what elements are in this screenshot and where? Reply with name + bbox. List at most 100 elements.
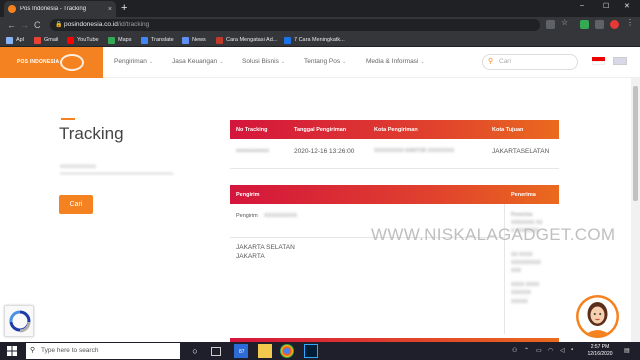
chevron-down-icon: ⌄ [148,59,154,65]
bookmark-youtube[interactable]: YouTube [67,35,99,45]
tracking-number-input[interactable]: xxxxxxxxxxxx [60,160,173,174]
nav-solusi-bisnis[interactable]: Solusi Bisnis ⌄ [242,58,285,65]
news-icon [182,36,189,44]
site-search-input[interactable]: ⚲ Cari [482,54,578,70]
clock-date: 12/16/2020 [587,351,613,357]
receiver-line: XX XXXX [511,252,533,258]
row-divider [230,168,559,169]
apps-grid-icon [6,36,13,44]
new-tab-button[interactable]: + [121,1,127,15]
file-explorer-icon[interactable] [258,344,272,358]
language-icon[interactable]: ▪ [571,347,573,353]
nav-media-informasi[interactable]: Media & Informasi ⌄ [366,58,425,65]
scrollbar-thumb[interactable] [633,86,638,201]
indonesia-flag-icon[interactable] [592,57,605,65]
close-window-button[interactable]: ✕ [624,2,630,10]
extension-puzzle-icon[interactable] [595,20,604,29]
chat-assistant-avatar[interactable] [576,295,619,338]
tray-chevron-icon[interactable]: ⌃ [524,347,529,354]
extension-green-icon[interactable] [580,20,589,29]
receiver-line: XXXXXX [511,290,532,296]
bookmark-maps[interactable]: Maps [108,35,131,45]
bookmark-d-icon [284,36,291,44]
uk-flag-icon[interactable] [613,57,627,65]
bookmark-star-icon[interactable]: ☆ [561,18,570,27]
col-no-tracking: No Tracking [236,127,268,133]
profile-avatar-icon[interactable] [610,20,619,29]
search-icon: ⚲ [30,347,36,354]
forward-button[interactable]: → [20,18,29,32]
receiver-line: XXX [511,268,522,274]
search-placeholder: Cari [499,58,511,65]
browser-tab[interactable]: Pos Indonesia - Tracking × [4,1,116,17]
taskbar-clock[interactable]: 2:57 PM 12/16/2020 [582,344,618,358]
volume-icon[interactable]: ◁ [560,347,565,354]
translate-page-icon[interactable] [546,20,555,29]
nav-tentang-pos[interactable]: Tentang Pos ⌄ [304,58,346,65]
back-button[interactable]: ← [7,18,16,32]
gmail-icon [34,36,41,44]
col-penerima: Penerima [511,192,536,198]
photoshop-icon[interactable] [304,344,318,358]
address-bar[interactable]: 🔒 posindonesia.co.id/id/tracking [50,19,540,31]
network-icon[interactable]: ▭ [536,347,542,354]
recaptcha-badge[interactable] [4,305,34,337]
minimize-button[interactable]: – [580,2,584,9]
col-tanggal-pengiriman: Tanggal Pengiriman [294,127,347,133]
wifi-icon[interactable]: ◠ [548,347,553,354]
recaptcha-icon [9,310,31,333]
menu-dots-icon[interactable]: ⋮ [626,18,635,27]
chevron-down-icon: ⌄ [280,59,286,65]
maximize-button[interactable]: ☐ [603,2,609,10]
bookmark-apps[interactable]: Apl [6,35,24,45]
task-view-icon[interactable] [211,347,221,356]
col-kota-pengiriman: Kota Pengiriman [374,127,418,133]
title-accent-line [61,118,75,120]
tab-title: Pos Indonesia - Tracking [20,6,87,12]
bookmark-translate[interactable]: Translate [141,35,174,45]
search-tracking-button[interactable]: Cari [59,195,93,214]
column-divider [504,204,505,334]
bookmark-news[interactable]: News [182,35,206,45]
windows-start-icon[interactable] [7,346,17,356]
youtube-icon [67,36,74,44]
url-path: /id/tracking [117,21,150,28]
sender-address-line-1: JAKARTA SELATAN [236,244,295,251]
pos-indonesia-logo[interactable]: POS INDONESIA [0,47,103,78]
chrome-icon[interactable] [280,344,294,358]
cell-tracking-no: xxxxxxxxxxxx [236,148,269,154]
bookmark-gmail[interactable]: Gmail [34,35,58,45]
page-scrollbar[interactable] [631,78,640,342]
lock-icon: 🔒 [55,22,63,28]
tracking-table-header: No Tracking Tanggal Pengiriman Kota Peng… [230,120,559,139]
chevron-down-icon: ⌄ [219,59,224,65]
search-icon: ⚲ [488,58,494,65]
taskbar-search-placeholder: Type here to search [41,347,99,354]
people-icon[interactable]: ⚇ [512,347,517,354]
col-kota-tujuan: Kota Tujuan [492,127,524,133]
receiver-line: XXXXX [511,299,528,305]
windows-taskbar: ⚲ Type here to search ○ 87 ⚇ ⌃ ▭ ◠ ◁ ▪ 2… [0,342,640,360]
nav-pengiriman[interactable]: Pengiriman ⌄ [114,58,153,65]
pos-favicon-icon [8,5,16,13]
cortana-icon[interactable]: ○ [188,344,202,358]
tab-close-icon[interactable]: × [108,6,112,13]
receiver-line: XXXXXXXXX [511,260,542,266]
bookmark-page-icon [216,36,223,44]
bookmark-7-cara[interactable]: 7 Cara Meningkatk... [284,35,345,45]
edge-badge-icon[interactable]: 87 [234,344,248,358]
receiver-line: XXXX XXXX [511,282,540,288]
cell-date: 2020-12-16 13:26:00 [294,148,355,155]
url-host: posindonesia.co.id [64,21,118,28]
bookmark-cara-mengatasi[interactable]: Cara Mengatasi Ad... [216,35,277,45]
notifications-icon[interactable]: ▤ [624,347,630,354]
page-title: Tracking [59,124,124,143]
sender-label: Pengirim [236,213,258,219]
taskbar-search-box[interactable]: ⚲ Type here to search [26,343,180,359]
logo-bird-icon [60,54,84,71]
nav-jasa-keuangan[interactable]: Jasa Keuangan ⌄ [172,58,223,65]
reload-button[interactable]: C [34,18,41,32]
receiver-line: Penerima [511,212,533,218]
cell-origin-city: XXXXXXXXX KANTOR XXXXXXXX [374,148,455,154]
chevron-down-icon: ⌄ [420,59,425,65]
